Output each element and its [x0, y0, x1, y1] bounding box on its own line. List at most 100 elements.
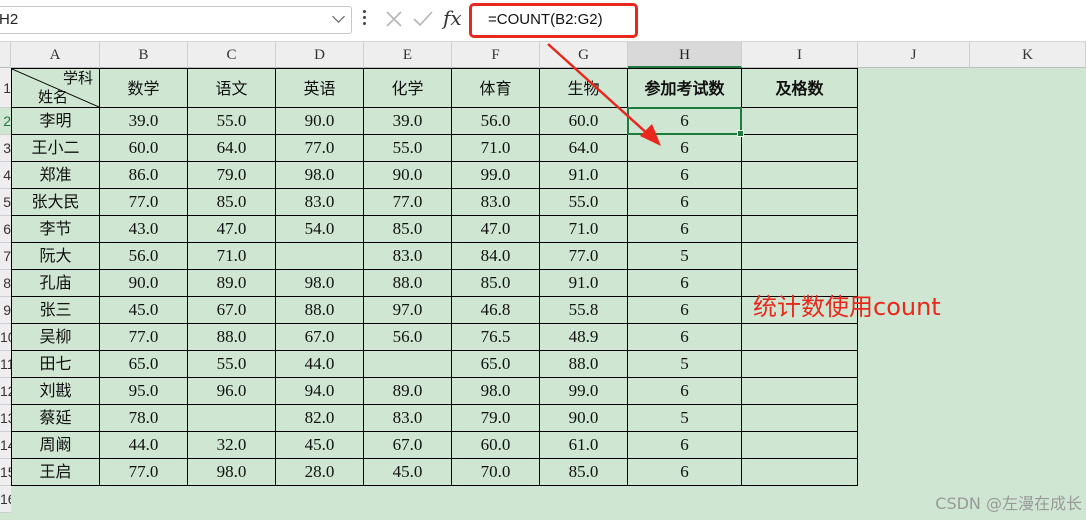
header-cell-h[interactable]: 参加考试数: [628, 68, 742, 108]
score-cell[interactable]: 32.0: [188, 432, 276, 459]
score-cell[interactable]: 78.0: [100, 405, 188, 432]
pass-count-cell[interactable]: [742, 243, 858, 270]
header-corner-cell[interactable]: 学科 姓名: [11, 68, 100, 108]
score-cell[interactable]: 99.0: [452, 162, 540, 189]
row-header-11[interactable]: 11: [0, 351, 11, 378]
score-cell[interactable]: 65.0: [100, 351, 188, 378]
name-cell[interactable]: 周阚: [11, 432, 100, 459]
count-cell[interactable]: 6: [628, 216, 742, 243]
score-cell[interactable]: 77.0: [100, 459, 188, 486]
score-cell[interactable]: 55.0: [188, 108, 276, 135]
pass-count-cell[interactable]: [742, 351, 858, 378]
score-cell[interactable]: 83.0: [364, 243, 452, 270]
score-cell[interactable]: 60.0: [452, 432, 540, 459]
row-header-5[interactable]: 5: [0, 189, 11, 216]
drag-handle-icon[interactable]: [363, 10, 367, 28]
score-cell[interactable]: 48.9: [540, 324, 628, 351]
column-header-i[interactable]: I: [742, 42, 858, 68]
column-header-e[interactable]: E: [364, 42, 452, 68]
score-cell[interactable]: 70.0: [452, 459, 540, 486]
score-cell[interactable]: 90.0: [364, 162, 452, 189]
count-cell[interactable]: 6: [628, 162, 742, 189]
score-cell[interactable]: 45.0: [100, 297, 188, 324]
row-header-2[interactable]: 2: [0, 108, 11, 135]
score-cell[interactable]: 56.0: [364, 324, 452, 351]
score-cell[interactable]: 83.0: [452, 189, 540, 216]
score-cell[interactable]: 67.0: [364, 432, 452, 459]
score-cell[interactable]: [188, 405, 276, 432]
count-cell[interactable]: 6: [628, 459, 742, 486]
column-header-c[interactable]: C: [188, 42, 276, 68]
column-header-h[interactable]: H: [628, 42, 742, 68]
pass-count-cell[interactable]: [742, 162, 858, 189]
score-cell[interactable]: 98.0: [452, 378, 540, 405]
score-cell[interactable]: 85.0: [364, 216, 452, 243]
score-cell[interactable]: 55.0: [364, 135, 452, 162]
name-cell[interactable]: 王启: [11, 459, 100, 486]
name-box[interactable]: H2: [0, 6, 352, 34]
pass-count-cell[interactable]: [742, 459, 858, 486]
column-header-a[interactable]: A: [11, 42, 100, 68]
score-cell[interactable]: 43.0: [100, 216, 188, 243]
header-cell-f[interactable]: 体育: [452, 68, 540, 108]
header-cell-d[interactable]: 英语: [276, 68, 364, 108]
row-header-1[interactable]: 1: [0, 68, 11, 108]
column-header-d[interactable]: D: [276, 42, 364, 68]
score-cell[interactable]: 98.0: [188, 459, 276, 486]
score-cell[interactable]: 82.0: [276, 405, 364, 432]
pass-count-cell[interactable]: [742, 378, 858, 405]
count-cell[interactable]: 6: [628, 378, 742, 405]
score-cell[interactable]: 90.0: [276, 108, 364, 135]
header-cell-c[interactable]: 语文: [188, 68, 276, 108]
score-cell[interactable]: 55.0: [188, 351, 276, 378]
score-cell[interactable]: 90.0: [100, 270, 188, 297]
score-cell[interactable]: 71.0: [188, 243, 276, 270]
score-cell[interactable]: 46.8: [452, 297, 540, 324]
score-cell[interactable]: 89.0: [188, 270, 276, 297]
score-cell[interactable]: 88.0: [540, 351, 628, 378]
row-header-7[interactable]: 7: [0, 243, 11, 270]
score-cell[interactable]: 88.0: [276, 297, 364, 324]
chevron-down-icon[interactable]: [332, 10, 345, 23]
name-cell[interactable]: 李节: [11, 216, 100, 243]
count-cell[interactable]: 5: [628, 405, 742, 432]
score-cell[interactable]: 55.0: [540, 189, 628, 216]
count-cell[interactable]: 6: [628, 297, 742, 324]
row-header-10[interactable]: 10: [0, 324, 11, 351]
cancel-icon[interactable]: [383, 8, 405, 30]
score-cell[interactable]: 47.0: [452, 216, 540, 243]
score-cell[interactable]: 77.0: [276, 135, 364, 162]
pass-count-cell[interactable]: [742, 135, 858, 162]
header-cell-i[interactable]: 及格数: [742, 68, 858, 108]
score-cell[interactable]: 56.0: [100, 243, 188, 270]
score-cell[interactable]: 77.0: [100, 324, 188, 351]
name-cell[interactable]: 王小二: [11, 135, 100, 162]
score-cell[interactable]: 91.0: [540, 162, 628, 189]
score-cell[interactable]: 85.0: [540, 459, 628, 486]
name-cell[interactable]: 吴柳: [11, 324, 100, 351]
score-cell[interactable]: 39.0: [100, 108, 188, 135]
row-header-9[interactable]: 9: [0, 297, 11, 324]
score-cell[interactable]: 64.0: [188, 135, 276, 162]
score-cell[interactable]: 85.0: [188, 189, 276, 216]
score-cell[interactable]: 94.0: [276, 378, 364, 405]
name-cell[interactable]: 刘戡: [11, 378, 100, 405]
score-cell[interactable]: 28.0: [276, 459, 364, 486]
name-cell[interactable]: 张大民: [11, 189, 100, 216]
score-cell[interactable]: 44.0: [100, 432, 188, 459]
score-cell[interactable]: 91.0: [540, 270, 628, 297]
score-cell[interactable]: 89.0: [364, 378, 452, 405]
score-cell[interactable]: 56.0: [452, 108, 540, 135]
score-cell[interactable]: 79.0: [452, 405, 540, 432]
count-cell[interactable]: 5: [628, 351, 742, 378]
score-cell[interactable]: 44.0: [276, 351, 364, 378]
score-cell[interactable]: 55.8: [540, 297, 628, 324]
score-cell[interactable]: [276, 243, 364, 270]
score-cell[interactable]: 60.0: [540, 108, 628, 135]
score-cell[interactable]: 98.0: [276, 270, 364, 297]
row-header-14[interactable]: 14: [0, 432, 11, 459]
score-cell[interactable]: 45.0: [364, 459, 452, 486]
name-cell[interactable]: 阮大: [11, 243, 100, 270]
pass-count-cell[interactable]: [742, 189, 858, 216]
name-cell[interactable]: 田七: [11, 351, 100, 378]
